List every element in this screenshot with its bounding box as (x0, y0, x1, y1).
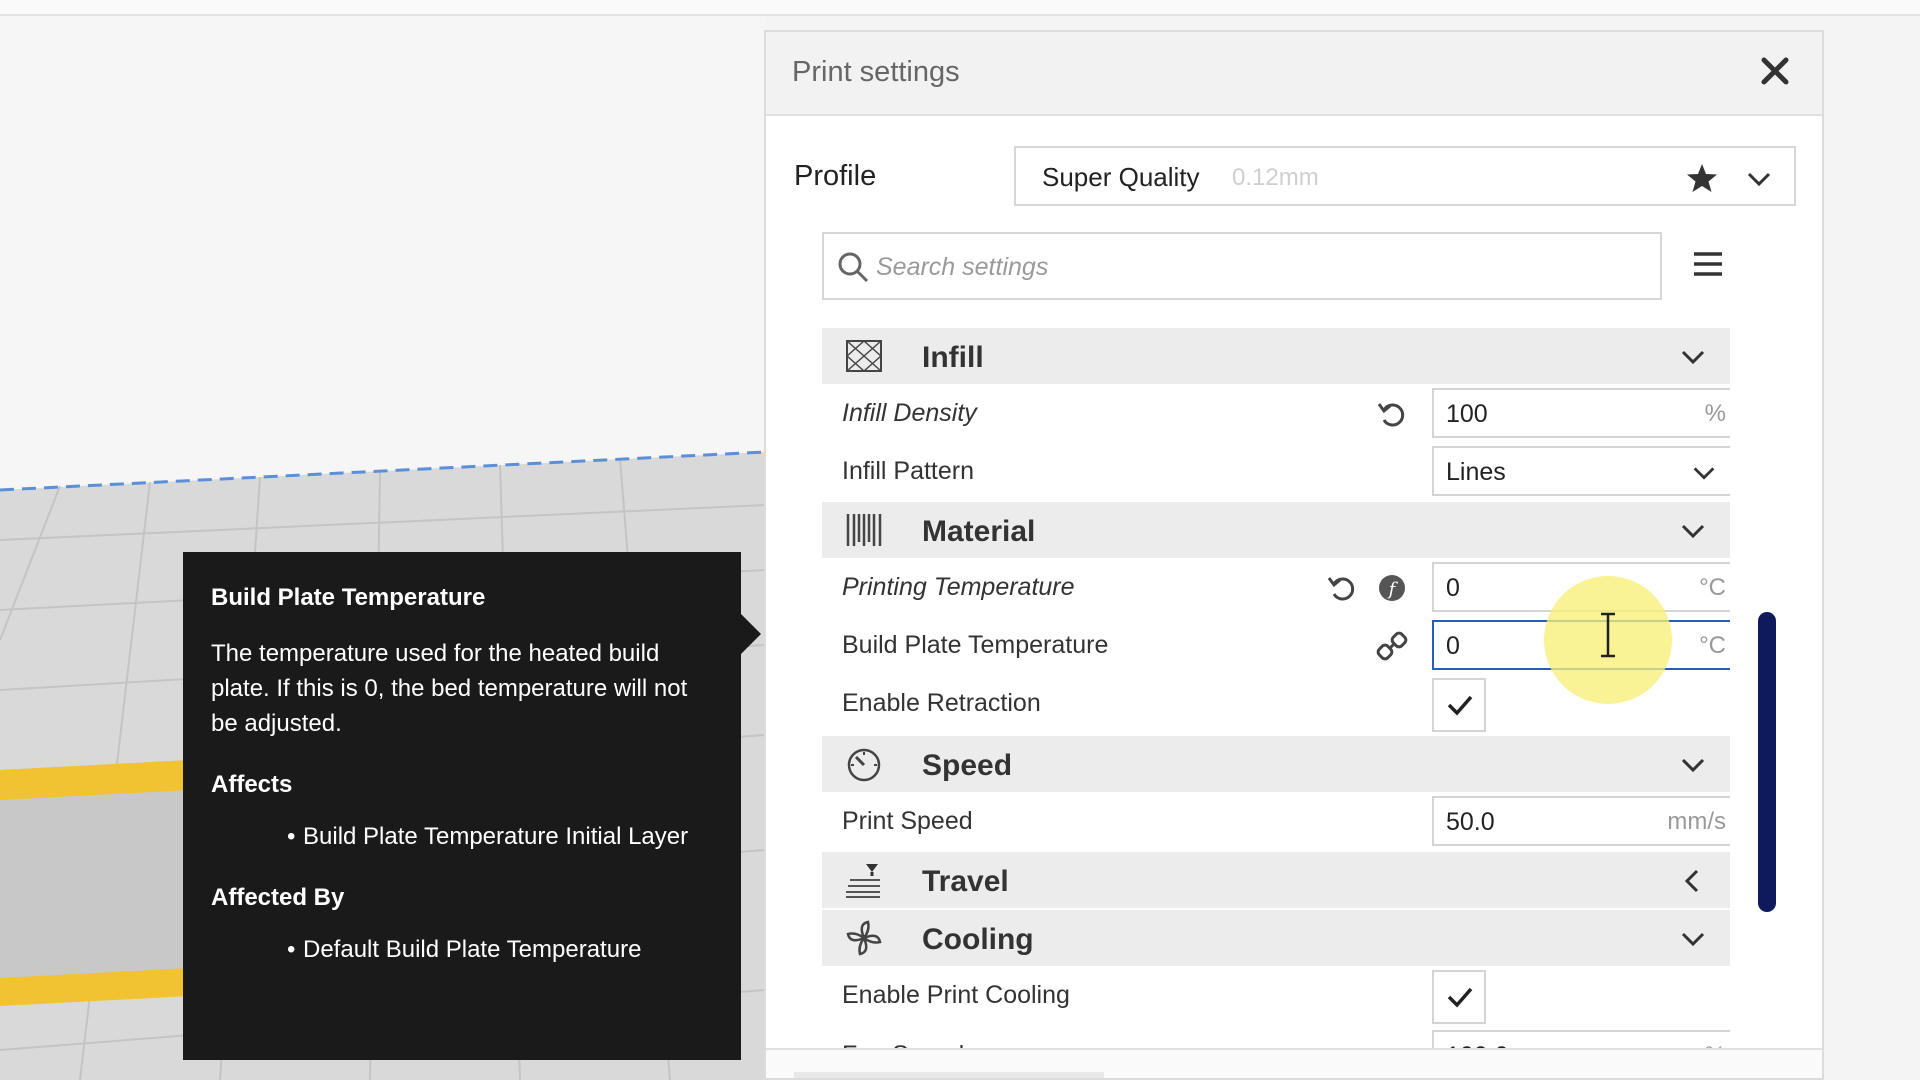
category-label: Speed (922, 749, 1013, 782)
chevron-down-icon (1693, 467, 1715, 480)
chevron-down-icon[interactable] (1744, 164, 1774, 194)
infill-density-input[interactable]: 100 % (1432, 388, 1730, 438)
field-unit: % (1704, 400, 1726, 427)
infill-pattern-select[interactable]: Lines (1432, 446, 1730, 496)
tooltip-affects-item: Build Plate Temperature Initial Layer (287, 819, 713, 854)
travel-icon (846, 864, 880, 898)
chevron-down-icon (1681, 524, 1705, 539)
setting-row-infill-pattern: Infill Pattern Lines (822, 442, 1730, 500)
setting-label: Enable Retraction (842, 689, 1041, 717)
tooltip-affected-by-heading: Affected By (211, 884, 345, 911)
setting-label: Build Plate Temperature (842, 631, 1109, 659)
category-travel[interactable]: Travel (822, 852, 1730, 908)
category-cooling[interactable]: Cooling (822, 910, 1730, 966)
checkmark-icon (1447, 695, 1473, 716)
setting-label: Infill Density (842, 399, 977, 427)
category-label: Infill (922, 341, 984, 374)
category-material[interactable]: Material (822, 502, 1730, 558)
enable-print-cooling-checkbox[interactable] (1432, 970, 1486, 1024)
profile-name: Super Quality (1042, 162, 1200, 192)
profile-dropdown[interactable]: Super Quality 0.12mm (1014, 146, 1796, 206)
field-value: 50.0 (1446, 808, 1495, 836)
category-label: Cooling (922, 923, 1034, 956)
chevron-left-icon (1684, 869, 1699, 893)
tooltip-affects-heading: Affects (211, 771, 293, 798)
setting-label: Print Speed (842, 807, 973, 835)
category-label: Travel (922, 865, 1009, 898)
settings-scrollbar[interactable] (1758, 612, 1776, 912)
print-speed-input[interactable]: 50.0 mm/s (1432, 796, 1730, 846)
close-icon[interactable] (1754, 50, 1796, 92)
reset-icon[interactable] (1326, 572, 1358, 604)
category-label: Material (922, 515, 1036, 548)
chevron-down-icon (1681, 350, 1705, 365)
panel-title: Print settings (792, 56, 960, 88)
category-infill[interactable]: Infill (822, 328, 1730, 384)
field-unit: °C (1699, 574, 1726, 601)
settings-menu-icon[interactable] (1690, 246, 1726, 282)
top-toolbar-edge (0, 0, 1920, 16)
field-value: 100 (1446, 400, 1488, 428)
cooling-fan-icon (846, 920, 882, 956)
speed-icon (847, 748, 881, 782)
category-speed[interactable]: Speed (822, 736, 1730, 792)
field-unit: mm/s (1667, 808, 1726, 835)
reset-icon[interactable] (1376, 398, 1408, 430)
panel-footer (766, 1048, 1822, 1078)
infill-icon (846, 340, 882, 372)
tooltip-title: Build Plate Temperature (211, 584, 486, 611)
favorite-star-icon[interactable] (1686, 162, 1718, 194)
setting-tooltip: Build Plate Temperature The temperature … (183, 552, 761, 1060)
setting-row-print-speed: Print Speed 50.0 mm/s (822, 792, 1730, 850)
profile-label: Profile (794, 160, 877, 192)
footer-tab[interactable] (794, 1072, 1104, 1078)
search-box[interactable] (822, 232, 1662, 300)
field-value: 0 (1446, 574, 1460, 602)
setting-row-enable-print-cooling: Enable Print Cooling (822, 966, 1730, 1024)
field-unit: °C (1699, 632, 1726, 659)
chevron-down-icon (1681, 758, 1705, 773)
field-value: 0 (1446, 632, 1460, 660)
enable-retraction-checkbox[interactable] (1432, 678, 1486, 732)
material-icon (846, 514, 882, 546)
tooltip-description: The temperature used for the heated buil… (211, 640, 688, 737)
setting-label: Enable Print Cooling (842, 981, 1070, 1009)
link-icon[interactable] (1376, 630, 1408, 662)
setting-row-infill-density: Infill Density 100 % (822, 384, 1730, 442)
panel-header: Print settings (766, 32, 1822, 116)
text-cursor-icon (1601, 612, 1615, 658)
search-icon (838, 252, 869, 283)
chevron-down-icon (1681, 932, 1705, 947)
field-value: Lines (1446, 458, 1506, 486)
function-icon[interactable]: f (1376, 572, 1408, 604)
setting-label: Printing Temperature (842, 573, 1075, 601)
profile-layer-height: 0.12mm (1232, 164, 1319, 191)
tooltip-affected-by-item: Default Build Plate Temperature (287, 932, 713, 967)
print-settings-panel: Print settings Profile Super Quality 0.1… (764, 30, 1824, 1080)
checkmark-icon (1447, 987, 1473, 1008)
setting-label: Infill Pattern (842, 457, 975, 485)
search-input[interactable] (874, 246, 1638, 288)
